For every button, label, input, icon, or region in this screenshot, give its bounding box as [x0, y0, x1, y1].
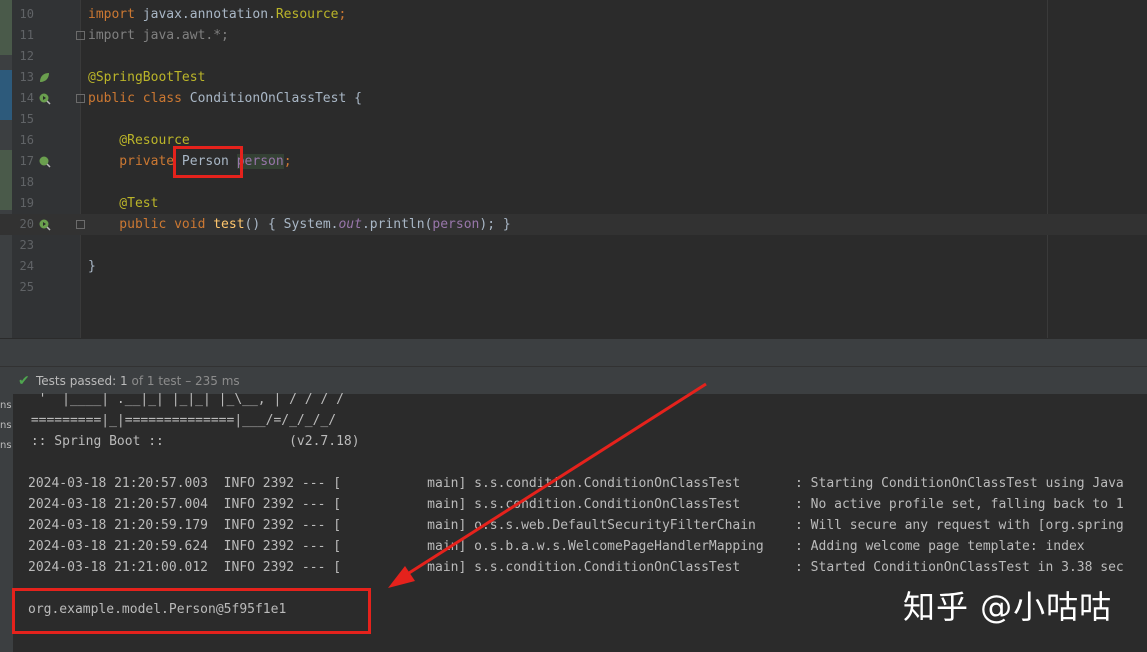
code-token: ; [338, 7, 347, 22]
line-number: 17 [19, 154, 34, 168]
line-number: 23 [19, 238, 34, 252]
line-number: 16 [19, 133, 34, 147]
fold-toggle-icon[interactable] [76, 31, 85, 40]
code-text: import javax.annotation.Resource; [88, 4, 346, 25]
watermark: 知乎 @小咕咕 [903, 588, 1113, 626]
code-line[interactable]: 19 @Test [0, 193, 1147, 214]
code-token: private [88, 154, 182, 169]
fold-toggle-icon[interactable] [76, 94, 85, 103]
line-number: 13 [19, 70, 34, 84]
bean-icon [39, 156, 51, 168]
log-line: 2024-03-18 21:20:57.004 INFO 2392 --- [ … [28, 497, 1124, 512]
code-token: person [432, 217, 480, 232]
code-token: import [88, 7, 143, 22]
test-status-text: Tests passed: 1 of 1 test – 235 ms [36, 374, 240, 388]
code-text: @SpringBootTest [88, 67, 205, 88]
line-number: 24 [19, 259, 34, 273]
log-line: 2024-03-18 21:21:00.012 INFO 2392 --- [ … [28, 560, 1124, 575]
code-token: public void [88, 217, 214, 232]
spring-leaf-icon [40, 73, 49, 82]
code-line[interactable]: 23 [0, 235, 1147, 256]
line-number: 15 [19, 112, 34, 126]
code-text: public class ConditionOnClassTest { [88, 88, 362, 109]
line-number: 10 [19, 7, 34, 21]
code-token: public class [88, 91, 190, 106]
fold-toggle-icon[interactable] [76, 220, 85, 229]
line-number: 19 [19, 196, 34, 210]
line-number: 18 [19, 175, 34, 189]
code-token: .println( [361, 217, 433, 232]
code-token: } [88, 259, 96, 274]
line-number: 20 [19, 217, 34, 231]
code-line[interactable]: 11 import java.awt.*; [0, 25, 1147, 46]
code-token: javax.annotation. [142, 7, 276, 22]
code-line[interactable]: 13 @SpringBootTest [0, 67, 1147, 88]
code-token: out [338, 217, 362, 232]
code-token: person [236, 154, 284, 169]
check-icon: ✔ [18, 373, 30, 389]
code-token: Resource [275, 7, 339, 22]
code-line[interactable]: 10 import javax.annotation.Resource; [0, 4, 1147, 25]
code-text: } [88, 256, 96, 277]
log-line: 2024-03-18 21:20:59.179 INFO 2392 --- [ … [28, 518, 1124, 533]
log-line: 2024-03-18 21:20:59.624 INFO 2392 --- [ … [28, 539, 1085, 554]
code-text: @Test [88, 193, 158, 214]
person-type-highlight-box [173, 146, 243, 178]
code-token: ); } [479, 217, 511, 232]
code-line[interactable]: 20 public void test() { System.out.print… [0, 214, 1147, 235]
line-number: 11 [19, 28, 34, 42]
code-line[interactable]: 12 [0, 46, 1147, 67]
banner-line: :: Spring Boot :: (v2.7.18) [23, 434, 360, 449]
line-number: 14 [19, 91, 34, 105]
output-highlight-box [12, 588, 371, 634]
line-number: 12 [19, 49, 34, 63]
run-test-icon[interactable] [38, 92, 51, 105]
panel-splitter[interactable] [0, 338, 1147, 367]
banner-line: =========|_|==============|___/=/_/_/_/ [23, 413, 337, 428]
side-tab[interactable]: ns [0, 420, 12, 431]
code-token: @SpringBootTest [88, 70, 206, 85]
line-number: 25 [19, 280, 34, 294]
code-line[interactable]: 25 [0, 277, 1147, 298]
code-line[interactable]: 14 public class ConditionOnClassTest { [0, 88, 1147, 109]
code-line[interactable]: 24} [0, 256, 1147, 277]
code-token: ; [283, 154, 292, 169]
side-tab[interactable]: ns [0, 400, 12, 411]
code-text: import java.awt.*; [88, 25, 229, 46]
code-line[interactable]: 15 [0, 109, 1147, 130]
code-token: @Test [88, 196, 159, 211]
code-text: public void test() { System.out.println(… [88, 214, 511, 235]
code-token: import java.awt.*; [88, 28, 229, 43]
banner-line: ' |____| .__|_| |_|_| |_\__, | / / / / [23, 392, 344, 407]
run-test-icon[interactable] [38, 218, 51, 231]
code-token: () { System. [244, 217, 339, 232]
side-tab[interactable]: ns [0, 440, 12, 451]
log-line: 2024-03-18 21:20:57.003 INFO 2392 --- [ … [28, 476, 1124, 491]
code-token: ConditionOnClassTest { [189, 91, 362, 106]
code-token: test [213, 217, 245, 232]
